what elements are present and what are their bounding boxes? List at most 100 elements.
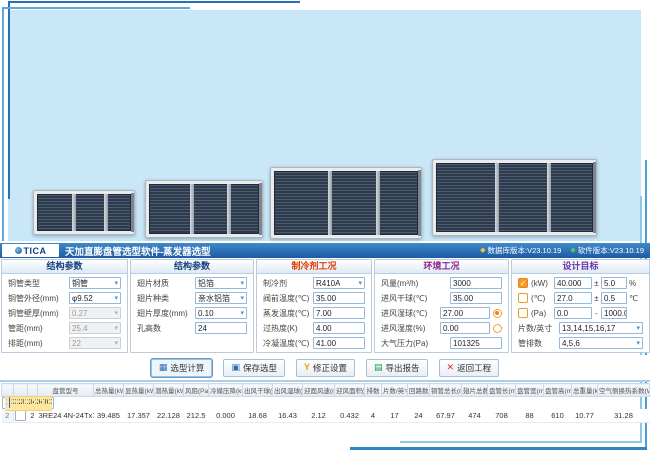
field-select[interactable]: 4,5,6▾ <box>559 337 643 349</box>
radio-unselected[interactable] <box>493 324 502 333</box>
column-header: 潜热量(kW) <box>154 384 184 397</box>
select-value: 25.4 <box>72 324 88 333</box>
form-row: 翅片厚度(mm)0.10▾ <box>137 307 247 319</box>
field-label: 制冷剂 <box>263 278 313 289</box>
form-row: 过热度(K)4.00 <box>263 322 365 334</box>
coil-end-plate <box>131 193 134 232</box>
form-row: 风量(m³/h)3000 <box>381 277 502 289</box>
target-value-input[interactable]: 0.0 <box>554 307 592 319</box>
form-row: 排距(mm)22▾ <box>8 337 121 349</box>
field-label: 过热度(K) <box>263 323 313 334</box>
calc-button[interactable]: ▦选型计算 <box>151 359 213 377</box>
form-row: 单根管长(mm)708.0 <box>8 352 121 353</box>
field-label: 进风湿度(%) <box>381 323 440 334</box>
column-header: 翅片总数 <box>462 384 488 397</box>
field-select[interactable]: R410A▾ <box>313 277 365 289</box>
form-row: 铜管外径(mm)φ9.52▾ <box>8 292 121 304</box>
save-button[interactable]: ▣保存选型 <box>223 359 285 377</box>
row-checkbox[interactable] <box>15 410 26 421</box>
model-cell: 3RE24 4N-24Tx708 <box>38 409 94 423</box>
field-input[interactable]: 41.00 <box>313 337 365 349</box>
table-row[interactable]: 1✓13RE24 4E-24Tx70838.16116.92021.241212… <box>2 397 54 409</box>
return-button[interactable]: ✕返回工程 <box>439 359 500 377</box>
radio-selected[interactable] <box>493 309 502 318</box>
coil-image-4 <box>432 159 597 236</box>
field-select[interactable]: 25.4▾ <box>69 322 121 334</box>
column-header: 总重量(kg) <box>572 384 598 397</box>
select-value: 铜管 <box>72 278 88 289</box>
field-input[interactable]: 24 <box>195 322 247 334</box>
target-checkbox[interactable]: ✓ <box>518 278 528 288</box>
field-select[interactable]: 0.10 ▾ <box>195 307 247 319</box>
panel-设计目标: 设计目标✓(kW)40.000±5.0%(℃)27.0±0.5℃(Pa)0.0-… <box>511 259 650 353</box>
panel-title: 设计目标 <box>512 260 649 274</box>
export-button[interactable]: ▤导出报告 <box>366 359 428 377</box>
select-value: 亲水铝箔 <box>198 293 230 304</box>
field-input[interactable]: 3000 <box>450 277 502 289</box>
field-select[interactable]: 13,14,15,16,17▾ <box>559 322 643 334</box>
field-input[interactable]: 0.00 <box>440 322 490 334</box>
form-row: 阀前温度(℃)35.00 <box>263 292 365 304</box>
panel-结构参数: 结构参数铜管类型铜管▾铜管外径(mm)φ9.52▾铜管壁厚(mm)0.27▾管距… <box>1 259 128 353</box>
field-label: 风量(m³/h) <box>381 278 450 289</box>
field-label: 翅片种类 <box>137 293 195 304</box>
coil-end-plate <box>259 183 262 235</box>
target-checkbox[interactable] <box>518 293 528 303</box>
adjust-button[interactable]: Y修正设置 <box>296 359 355 377</box>
value-cell: 610 <box>544 409 572 423</box>
form-row: 管距(mm)25.4▾ <box>8 322 121 334</box>
field-select[interactable]: φ9.52▾ <box>69 292 121 304</box>
panel-环境工况: 环境工况风量(m³/h)3000进风干球(℃)35.00进风湿球(℃)27.00… <box>374 259 509 353</box>
table-row[interactable]: 223RE24 4N-24Tx70839.48517.35722.128212.… <box>2 409 650 423</box>
row-index-cell: 2 <box>28 409 38 423</box>
target-checkbox[interactable] <box>518 308 528 318</box>
coil-divider <box>104 194 108 231</box>
target-row: ✓(kW)40.000±5.0% <box>518 277 643 289</box>
field-select[interactable]: 铝箔▾ <box>195 277 247 289</box>
column-header: 铜管总长(m) <box>430 384 462 397</box>
field-select[interactable]: 22 ▾ <box>69 337 121 349</box>
toolbar: ▦选型计算 ▣保存选型 Y修正设置 ▤导出报告 ✕返回工程 <box>0 355 650 382</box>
database-icon: ◆ <box>480 247 485 254</box>
field-select[interactable]: 铜管▾ <box>69 277 121 289</box>
target-value-input[interactable]: 27.0 <box>554 292 592 304</box>
chevron-down-icon: ▾ <box>240 280 244 287</box>
form-row: 大气压力(Pa)101325 <box>381 337 502 349</box>
column-header: 回路数 <box>408 384 430 397</box>
value-cell: 474 <box>462 409 488 423</box>
field-input[interactable]: 101325 <box>450 337 502 349</box>
version-label: 数据库版本:V23.10.19 <box>488 245 562 256</box>
form-row: 进风湿球(℃)27.00 <box>381 307 502 319</box>
field-select[interactable]: 0.27▾ <box>69 307 121 319</box>
select-value: 22 <box>72 339 81 348</box>
chevron-down-icon: ▾ <box>240 295 244 302</box>
button-label: 选型计算 <box>170 362 204 374</box>
value-cell: 212.5 <box>184 409 209 423</box>
column-header: 出风干球(℃) <box>243 384 273 397</box>
chevron-down-icon: ▾ <box>240 310 244 317</box>
target-value-input[interactable]: 40.000 <box>554 277 592 289</box>
row-number-cell: 2 <box>2 409 14 423</box>
form-row: 铜管类型铜管▾ <box>8 277 121 289</box>
field-input[interactable]: 27.00 <box>440 307 490 319</box>
range-separator: ± <box>592 279 601 288</box>
select-value: 0.10 <box>198 309 214 318</box>
target-tolerance-input[interactable]: 1000.0 <box>601 307 627 319</box>
form-row: 翅片种类亲水铝箔 ▾ <box>137 292 247 304</box>
field-input[interactable]: 4.00 <box>313 322 365 334</box>
value-cell: 31.28 <box>598 409 650 423</box>
field-input[interactable]: 7.00 <box>313 307 365 319</box>
results-table-wrap: 盘管型号总热量(kW)显热量(kW)潜热量(kW)风阻(Pa)冷媒压降(kPa)… <box>1 383 650 423</box>
field-input[interactable]: 35.00 <box>313 292 365 304</box>
value-cell: 39.485 <box>94 409 124 423</box>
field-input[interactable]: 708.0 <box>69 352 121 353</box>
select-value: R410A <box>316 279 340 288</box>
form-row: 制冷剂R410A▾ <box>263 277 365 289</box>
chevron-down-icon: ▾ <box>114 340 118 347</box>
field-label: 蒸发温度(℃) <box>263 308 313 319</box>
target-tolerance-input[interactable]: 5.0 <box>601 277 627 289</box>
button-label: 导出报告 <box>386 362 420 374</box>
field-select[interactable]: 亲水铝箔 ▾ <box>195 292 247 304</box>
field-input[interactable]: 35.00 <box>450 292 502 304</box>
target-tolerance-input[interactable]: 0.5 <box>601 292 627 304</box>
